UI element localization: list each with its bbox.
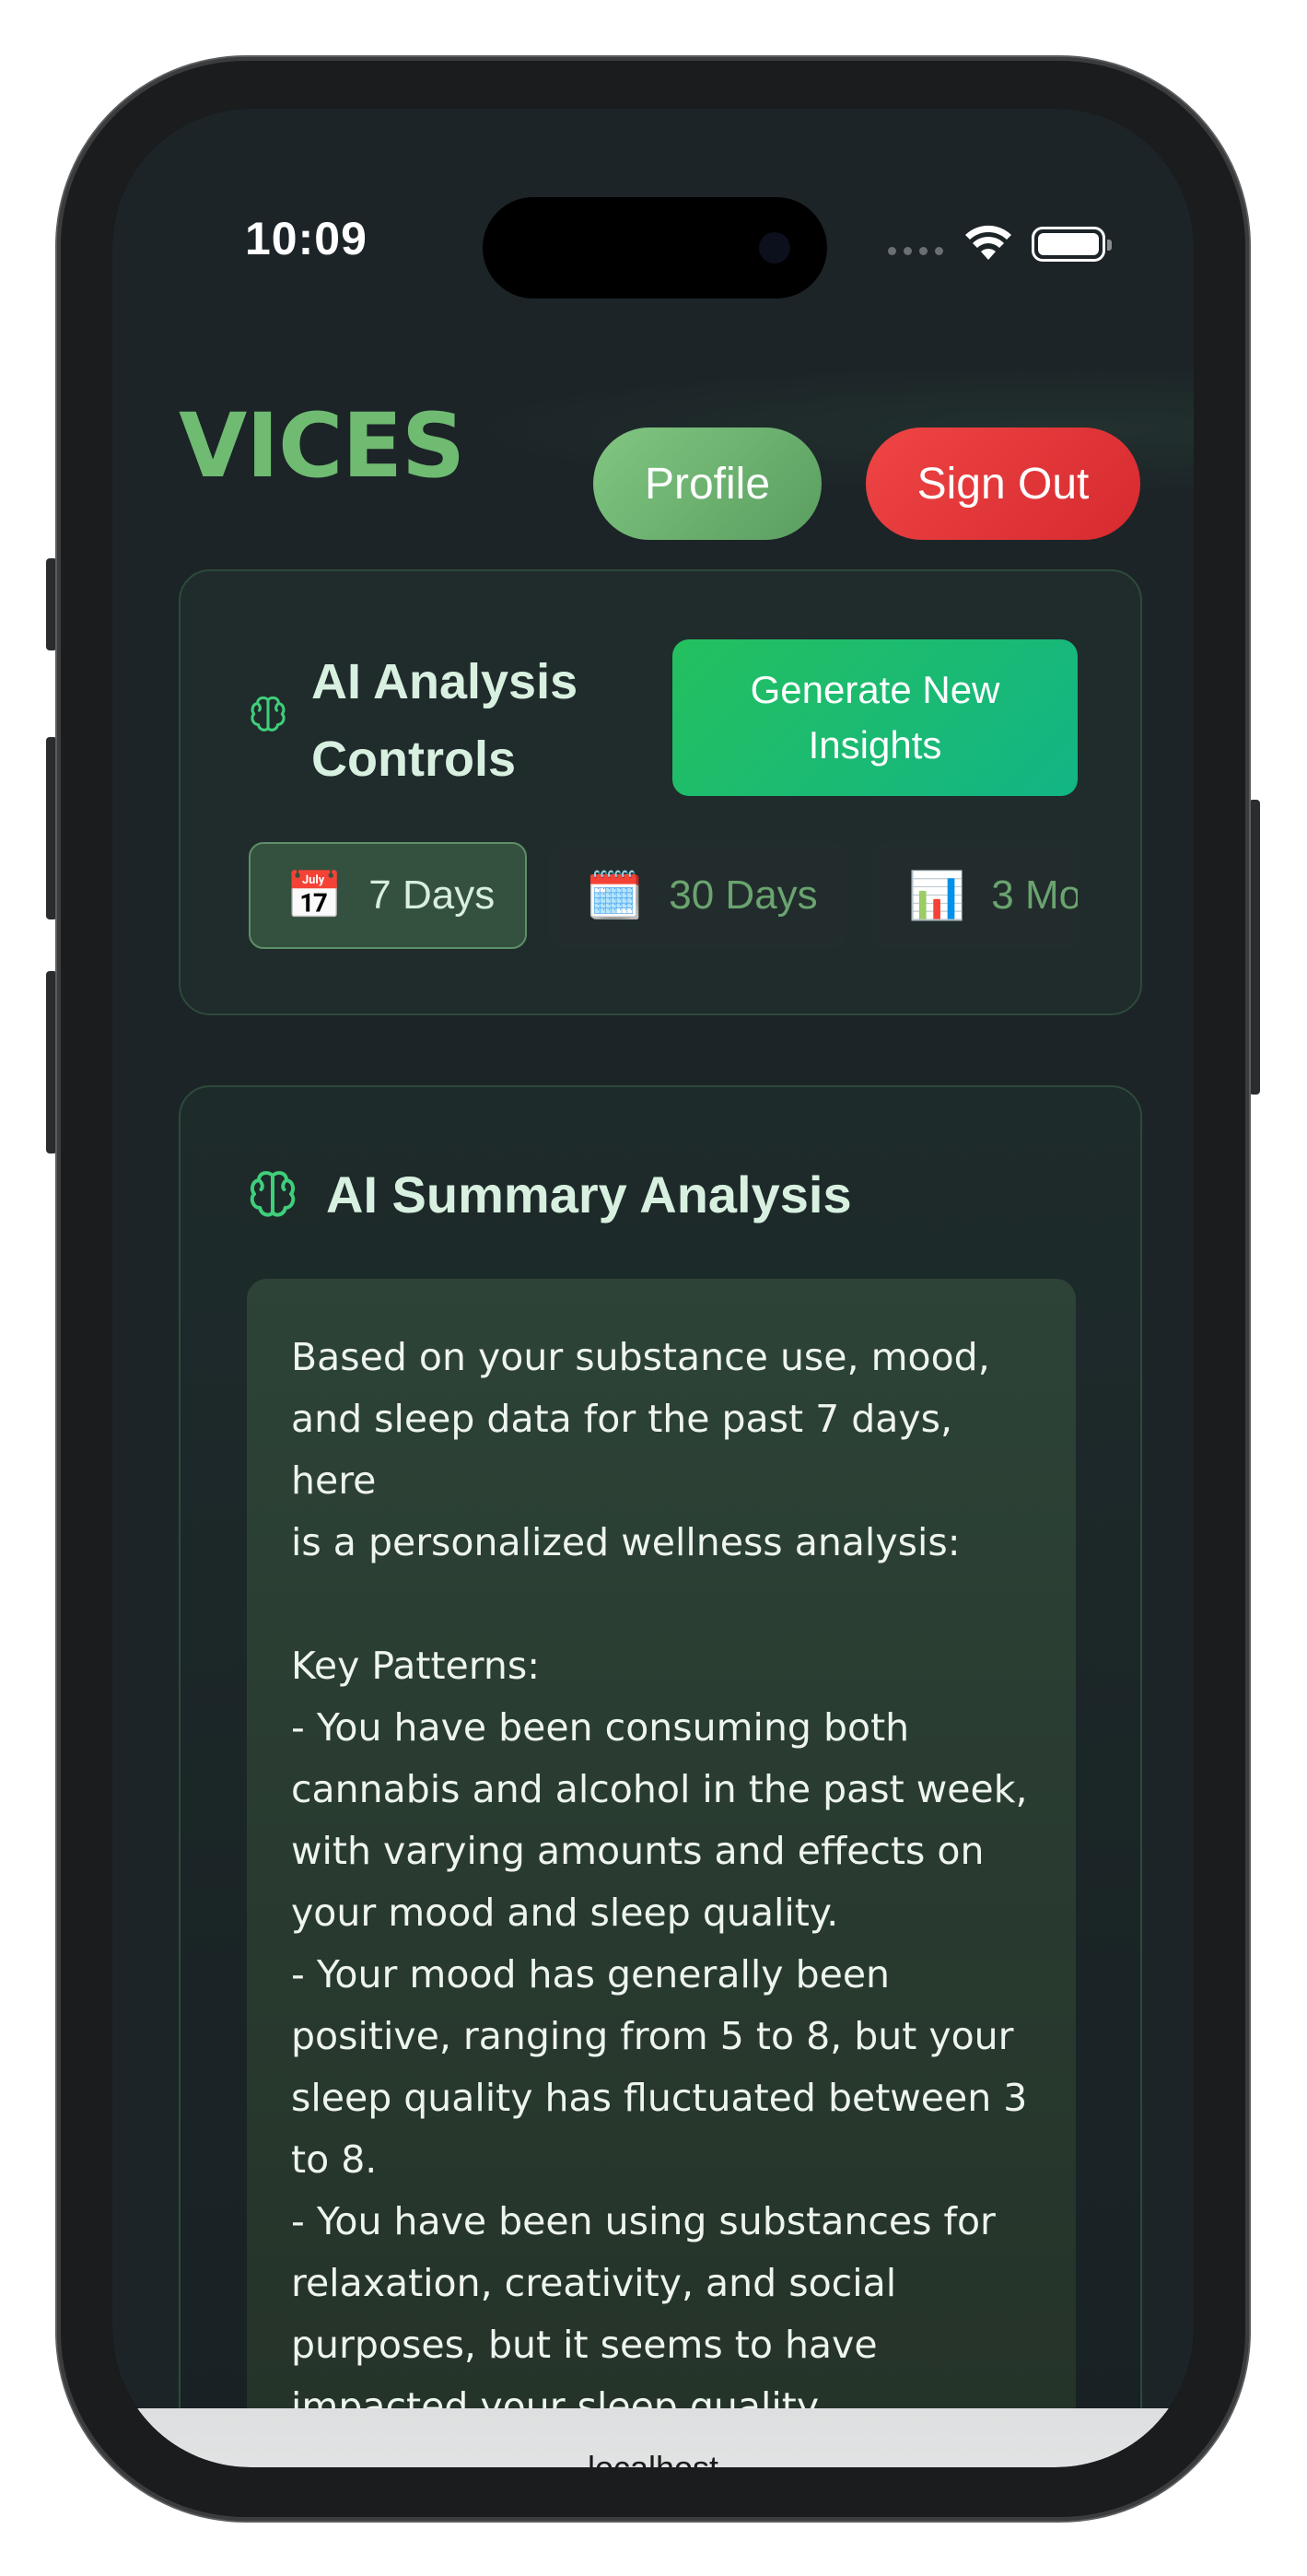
summary-body-panel: Based on your substance use, mood, and s… [247, 1279, 1076, 2467]
app-logo[interactable]: VICES [179, 394, 465, 498]
spiral-calendar-icon: 🗓️ [586, 868, 644, 922]
battery-icon [1032, 227, 1112, 262]
status-bar: 10:09 [112, 109, 1194, 321]
range-label: 30 Days [669, 872, 818, 918]
sign-out-button[interactable]: Sign Out [866, 427, 1140, 540]
summary-title: AI Summary Analysis [326, 1165, 852, 1224]
bar-chart-icon: 📊 [908, 868, 966, 922]
status-time: 10:09 [245, 213, 368, 264]
url-text[interactable]: localhost [112, 2449, 1194, 2467]
action-button [46, 558, 57, 650]
camera-icon [759, 232, 790, 263]
generate-insights-button[interactable]: Generate New Insights [672, 639, 1078, 796]
wifi-icon [965, 225, 1011, 260]
dynamic-island [483, 197, 827, 299]
signal-icon [888, 247, 943, 255]
range-option-30-days[interactable]: 🗓️ 30 Days [549, 842, 847, 949]
volume-down-button [46, 971, 57, 1153]
brain-icon [251, 696, 286, 732]
summary-text: Based on your substance use, mood, and s… [291, 1335, 1028, 2467]
ai-analysis-controls-card: AI Analysis Controls Generate New Insigh… [179, 569, 1142, 1015]
app-header: VICES Profile Sign Out [112, 328, 1194, 540]
browser-url-bar[interactable]: localhost [112, 2408, 1194, 2467]
range-label: 3 Mo [991, 872, 1078, 918]
time-range-selector: 📅 7 Days 🗓️ 30 Days 📊 3 Mo [249, 842, 1078, 951]
phone-frame: 10:09 VICES Profile Sign Out AI Analysis… [57, 57, 1249, 2521]
screen: 10:09 VICES Profile Sign Out AI Analysis… [112, 109, 1194, 2467]
volume-up-button [46, 737, 57, 919]
brain-icon [250, 1171, 296, 1217]
calendar-icon: 📅 [286, 868, 344, 922]
phone-bezel: 10:09 VICES Profile Sign Out AI Analysis… [112, 109, 1194, 2467]
range-option-7-days[interactable]: 📅 7 Days [249, 842, 527, 949]
profile-button[interactable]: Profile [593, 427, 822, 540]
power-button [1249, 800, 1260, 1095]
controls-title: AI Analysis Controls [311, 654, 578, 787]
range-label: 7 Days [368, 872, 496, 918]
ai-summary-card: AI Summary Analysis Based on your substa… [179, 1085, 1142, 2467]
range-option-3-months[interactable]: 📊 3 Mo [871, 842, 1078, 949]
